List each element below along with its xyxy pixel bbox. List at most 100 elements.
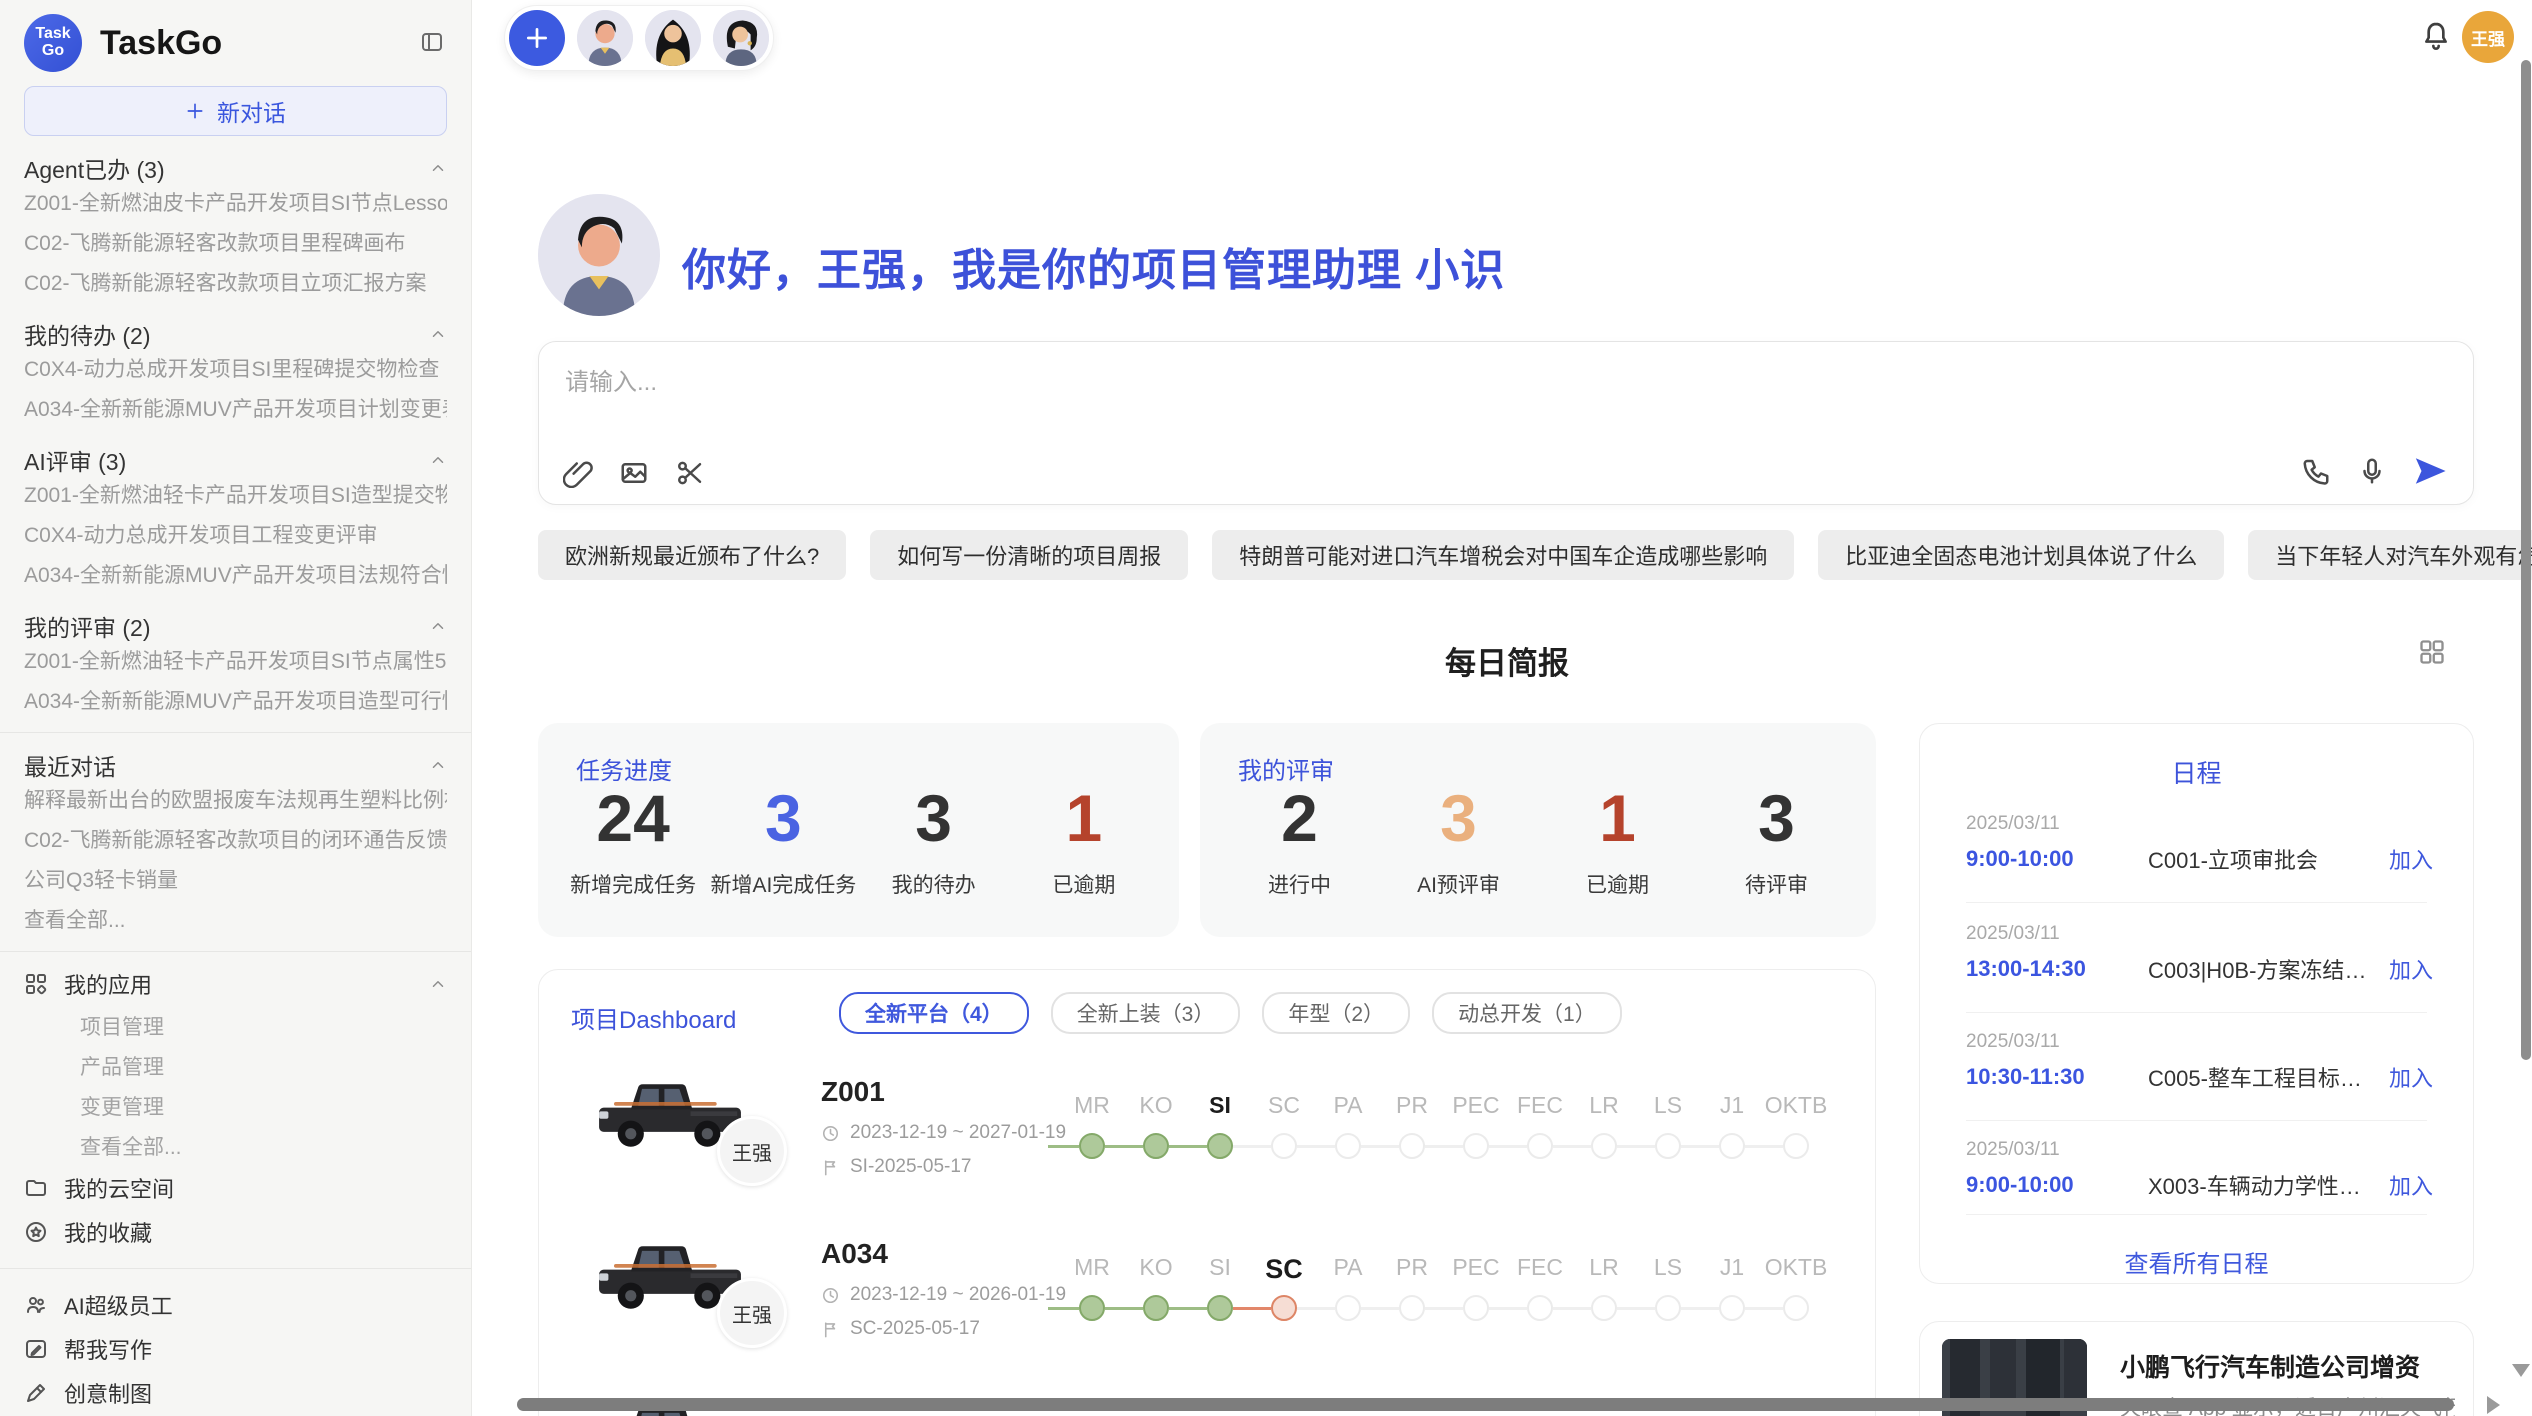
- milestone-segment: [1553, 1145, 1591, 1148]
- tab-model-year[interactable]: 年型（2）: [1262, 992, 1410, 1034]
- image-icon[interactable]: [619, 458, 649, 488]
- divider: [1966, 1120, 2427, 1121]
- sidebar-item-write-helper[interactable]: 帮我写作: [24, 1327, 447, 1371]
- suggestion-chip[interactable]: 比亚迪全固态电池计划具体说了什么: [1818, 530, 2224, 580]
- briefing-layout-icon[interactable]: [2418, 638, 2446, 666]
- project-code: A034: [821, 1238, 888, 1270]
- chevron-up-icon[interactable]: [429, 451, 447, 469]
- send-icon[interactable]: [2413, 454, 2447, 488]
- milestone-dot: [1527, 1133, 1553, 1159]
- sidebar-item[interactable]: Z001-全新燃油轻卡产品开发项目SI造型提交物评审: [24, 474, 447, 514]
- chevron-up-icon[interactable]: [429, 756, 447, 774]
- milestone-segment: [1553, 1307, 1591, 1310]
- stat-label: 新增完成任务: [558, 869, 708, 899]
- sidebar-item[interactable]: C02-飞腾新能源轻客改款项目里程碑画布: [24, 222, 447, 262]
- owner-name: 王强: [732, 1299, 772, 1328]
- suggestion-chip[interactable]: 特朗普可能对进口汽车增税会对中国车企造成哪些影响: [1212, 530, 1794, 580]
- agent-avatar-2[interactable]: [645, 10, 701, 66]
- chevron-up-icon[interactable]: [429, 975, 447, 993]
- view-all-apps-link[interactable]: 查看全部...: [24, 1126, 447, 1166]
- stat: 3 AI预评审: [1379, 785, 1538, 899]
- sidebar-item-ai-employee[interactable]: AI超级员工: [24, 1283, 447, 1327]
- scroll-right-arrow[interactable]: [2487, 1396, 2500, 1414]
- tab-platform[interactable]: 全新平台（4）: [839, 992, 1029, 1034]
- project-row[interactable]: 王强 A034 2023-12-19 ~ 2026-01-19 SC-2025-…: [539, 1232, 1875, 1392]
- sidebar-item-favorites[interactable]: 我的收藏: [24, 1210, 447, 1254]
- join-button[interactable]: 加入: [2389, 1061, 2433, 1093]
- section-header-ai-review[interactable]: AI评审 (3): [24, 446, 447, 474]
- sidebar-item-creative-draw[interactable]: 创意制图: [24, 1371, 447, 1415]
- milestone-dot: [1207, 1295, 1233, 1321]
- agent-avatar-1[interactable]: [577, 10, 633, 66]
- sidebar-item[interactable]: A034-全新新能源MUV产品开发项目法规符合性评审: [24, 554, 447, 594]
- sidebar-item-my-apps[interactable]: 我的应用: [24, 962, 447, 1006]
- sidebar-item[interactable]: C02-飞腾新能源轻客改款项目立项汇报方案: [24, 262, 447, 302]
- sidebar-item[interactable]: C0X4-动力总成开发项目工程变更评审: [24, 514, 447, 554]
- app-link-project-mgmt[interactable]: 项目管理: [24, 1006, 447, 1046]
- milestone-segment: [1425, 1307, 1463, 1310]
- milestone-dot: [1335, 1295, 1361, 1321]
- view-all-schedule-link[interactable]: 查看所有日程: [1920, 1244, 2473, 1279]
- milestone-label: KO: [1124, 1092, 1188, 1119]
- section-header-recent-chats[interactable]: 最近对话: [24, 751, 447, 779]
- phone-icon[interactable]: [2301, 456, 2331, 486]
- view-all-chats-link[interactable]: 查看全部...: [24, 899, 447, 939]
- milestone-segment: [1617, 1145, 1655, 1148]
- sidebar-item[interactable]: A034-全新新能源MUV产品开发项目计划变更表编写: [24, 388, 447, 428]
- app-link-change-mgmt[interactable]: 变更管理: [24, 1086, 447, 1126]
- sidebar-item[interactable]: C0X4-动力总成开发项目SI里程碑提交物检查: [24, 348, 447, 388]
- tab-upfit[interactable]: 全新上装（3）: [1051, 992, 1241, 1034]
- milestone-dots: [1060, 1132, 1828, 1162]
- mic-icon[interactable]: [2357, 456, 2387, 486]
- vertical-scrollbar-thumb[interactable]: [2521, 60, 2531, 1060]
- milestone-label: LR: [1572, 1254, 1636, 1285]
- date-range: 2023-12-19 ~ 2026-01-19: [850, 1284, 1066, 1306]
- milestone-label: FEC: [1508, 1092, 1572, 1119]
- entry-time: 9:00-10:00: [1966, 1172, 2148, 1198]
- app-link-product-mgmt[interactable]: 产品管理: [24, 1046, 447, 1086]
- join-button[interactable]: 加入: [2389, 843, 2433, 875]
- horizontal-scrollbar-thumb[interactable]: [517, 1398, 2454, 1411]
- attachment-icon[interactable]: [563, 458, 593, 488]
- user-avatar[interactable]: 王强: [2462, 11, 2514, 63]
- recent-chat-item[interactable]: 公司Q3轻卡销量: [24, 859, 447, 899]
- sidebar-item[interactable]: Z001-全新燃油轻卡产品开发项目SI节点属性5D文件评审: [24, 640, 447, 680]
- join-button[interactable]: 加入: [2389, 953, 2433, 985]
- chevron-up-icon[interactable]: [429, 325, 447, 343]
- project-row[interactable]: 王强 Z001 2023-12-19 ~ 2027-01-19 SI-2025-…: [539, 1070, 1875, 1230]
- scissors-icon[interactable]: [675, 458, 705, 488]
- add-agent-button[interactable]: [509, 10, 565, 66]
- recent-chat-item[interactable]: C02-飞腾新能源轻客改款项目的闭环通告反馈情况: [24, 819, 447, 859]
- suggestion-chip[interactable]: 欧洲新规最近颁布了什么?: [538, 530, 846, 580]
- sidebar-item-cloud-space[interactable]: 我的云空间: [24, 1166, 447, 1210]
- milestone-label: PEC: [1444, 1254, 1508, 1285]
- sidebar-item[interactable]: Z001-全新燃油皮卡产品开发项目SI节点Lesson Learn报告: [24, 182, 447, 222]
- stat: 1 已逾期: [1009, 785, 1159, 899]
- notification-bell-icon[interactable]: [2420, 20, 2452, 52]
- app-logo: Task Go: [24, 14, 82, 72]
- suggestion-chip[interactable]: 如何写一份清晰的项目周报: [870, 530, 1188, 580]
- suggestion-chip[interactable]: 当下年轻人对汽车外观有怎样的喜好趋势: [2248, 530, 2532, 580]
- chevron-up-icon[interactable]: [429, 617, 447, 635]
- app-title: TaskGo: [100, 24, 222, 63]
- new-chat-button[interactable]: 新对话: [24, 86, 447, 136]
- scroll-down-arrow[interactable]: [2512, 1364, 2530, 1377]
- sidebar-item[interactable]: A034-全新新能源MUV产品开发项目造型可行性评审: [24, 680, 447, 720]
- entry-time: 13:00-14:30: [1966, 956, 2148, 982]
- agent-avatar-3[interactable]: [713, 10, 769, 66]
- chevron-up-icon[interactable]: [429, 159, 447, 177]
- sidebar-collapse-icon[interactable]: [419, 30, 445, 54]
- entry-title: C001-立项审批会: [2148, 843, 2375, 875]
- section-header-my-review[interactable]: 我的评审 (2): [24, 612, 447, 640]
- dashboard-tabs: 全新平台（4） 全新上装（3） 年型（2） 动总开发（1）: [839, 992, 1622, 1034]
- tab-powertrain[interactable]: 动总开发（1）: [1432, 992, 1622, 1034]
- join-button[interactable]: 加入: [2389, 1169, 2433, 1201]
- recent-chat-item[interactable]: 解释最新出台的欧盟报废车法规再生塑料比例被调至15%...: [24, 779, 447, 819]
- chat-input[interactable]: [563, 360, 2167, 428]
- milestone-dot: [1527, 1295, 1553, 1321]
- people-icon: [24, 1293, 48, 1317]
- stat-label: 新增AI完成任务: [708, 869, 858, 899]
- schedule-entry: 2025/03/11 9:00-10:00 C001-立项审批会 加入: [1966, 813, 2433, 875]
- section-header-agent-done[interactable]: Agent已办 (3): [24, 154, 447, 182]
- section-header-my-todo[interactable]: 我的待办 (2): [24, 320, 447, 348]
